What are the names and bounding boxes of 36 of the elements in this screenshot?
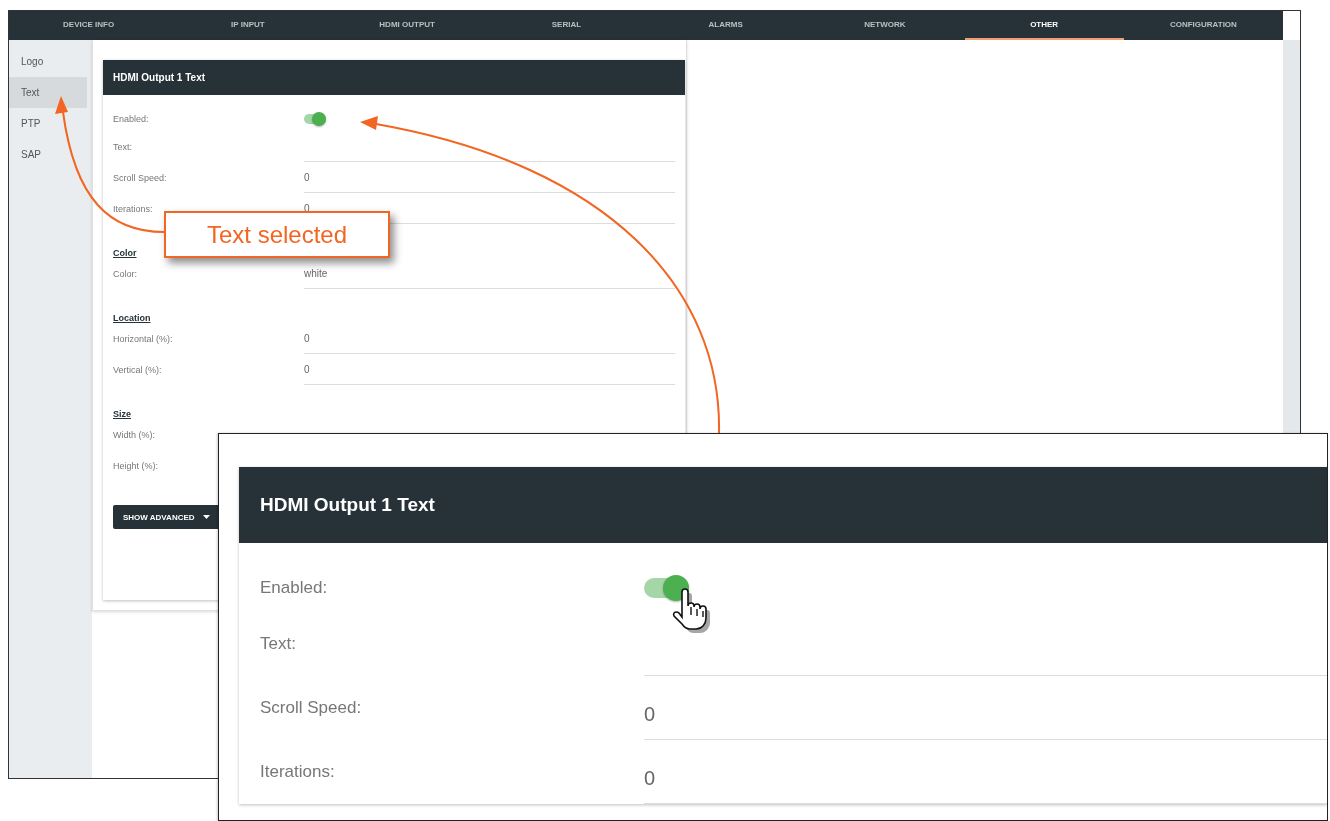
field-label: Color: <box>113 268 138 279</box>
callout-tooltip: Text selected <box>164 211 390 258</box>
input-field[interactable]: 0 <box>644 740 1327 804</box>
field-label: Enabled: <box>260 577 329 598</box>
sidebar-item[interactable]: Text <box>9 77 87 108</box>
nav-tab[interactable]: CONFIGURATION <box>1123 11 1283 40</box>
input-field[interactable]: 0 <box>304 323 675 354</box>
nav-tab[interactable]: DEVICE INFO <box>9 11 169 40</box>
input-field[interactable]: 0 <box>304 354 675 385</box>
nav-tab[interactable]: NETWORK <box>805 11 965 40</box>
field-label: Width (%): <box>113 429 156 440</box>
field-label: Horizontal (%): <box>113 333 174 344</box>
field-label: Iterations: <box>260 762 336 782</box>
sidebar-item[interactable]: PTP <box>9 108 87 139</box>
card-title: HDMI Output 1 Text <box>260 494 435 516</box>
sidebar-item[interactable]: SAP <box>9 139 87 170</box>
nav-tab[interactable]: SERIAL <box>486 11 646 40</box>
field-label: Height (%): <box>113 460 159 471</box>
section-heading: Location <box>113 312 152 323</box>
section-heading: Color <box>113 247 138 258</box>
show-advanced-button[interactable]: SHOW ADVANCED <box>113 505 220 529</box>
field-label: Text: <box>113 141 133 152</box>
field-label: Scroll Speed: <box>260 698 363 718</box>
sidebar-item[interactable]: Logo <box>9 46 87 77</box>
field-label: Iterations: <box>113 203 154 214</box>
section-heading: Size <box>113 408 132 419</box>
field-label: Text: <box>260 634 297 654</box>
input-field[interactable]: 0 <box>644 676 1327 740</box>
field-label: Vertical (%): <box>113 364 163 375</box>
nav-tab[interactable]: HDMI OUTPUT <box>327 11 487 40</box>
field-label: Enabled: <box>113 114 150 124</box>
input-field[interactable]: 0 <box>304 162 675 193</box>
card-title: HDMI Output 1 Text <box>113 72 206 83</box>
nav-tab[interactable]: IP INPUT <box>168 11 328 40</box>
nav-tab[interactable]: ALARMS <box>646 11 806 40</box>
field-label: Scroll Speed: <box>113 172 168 183</box>
